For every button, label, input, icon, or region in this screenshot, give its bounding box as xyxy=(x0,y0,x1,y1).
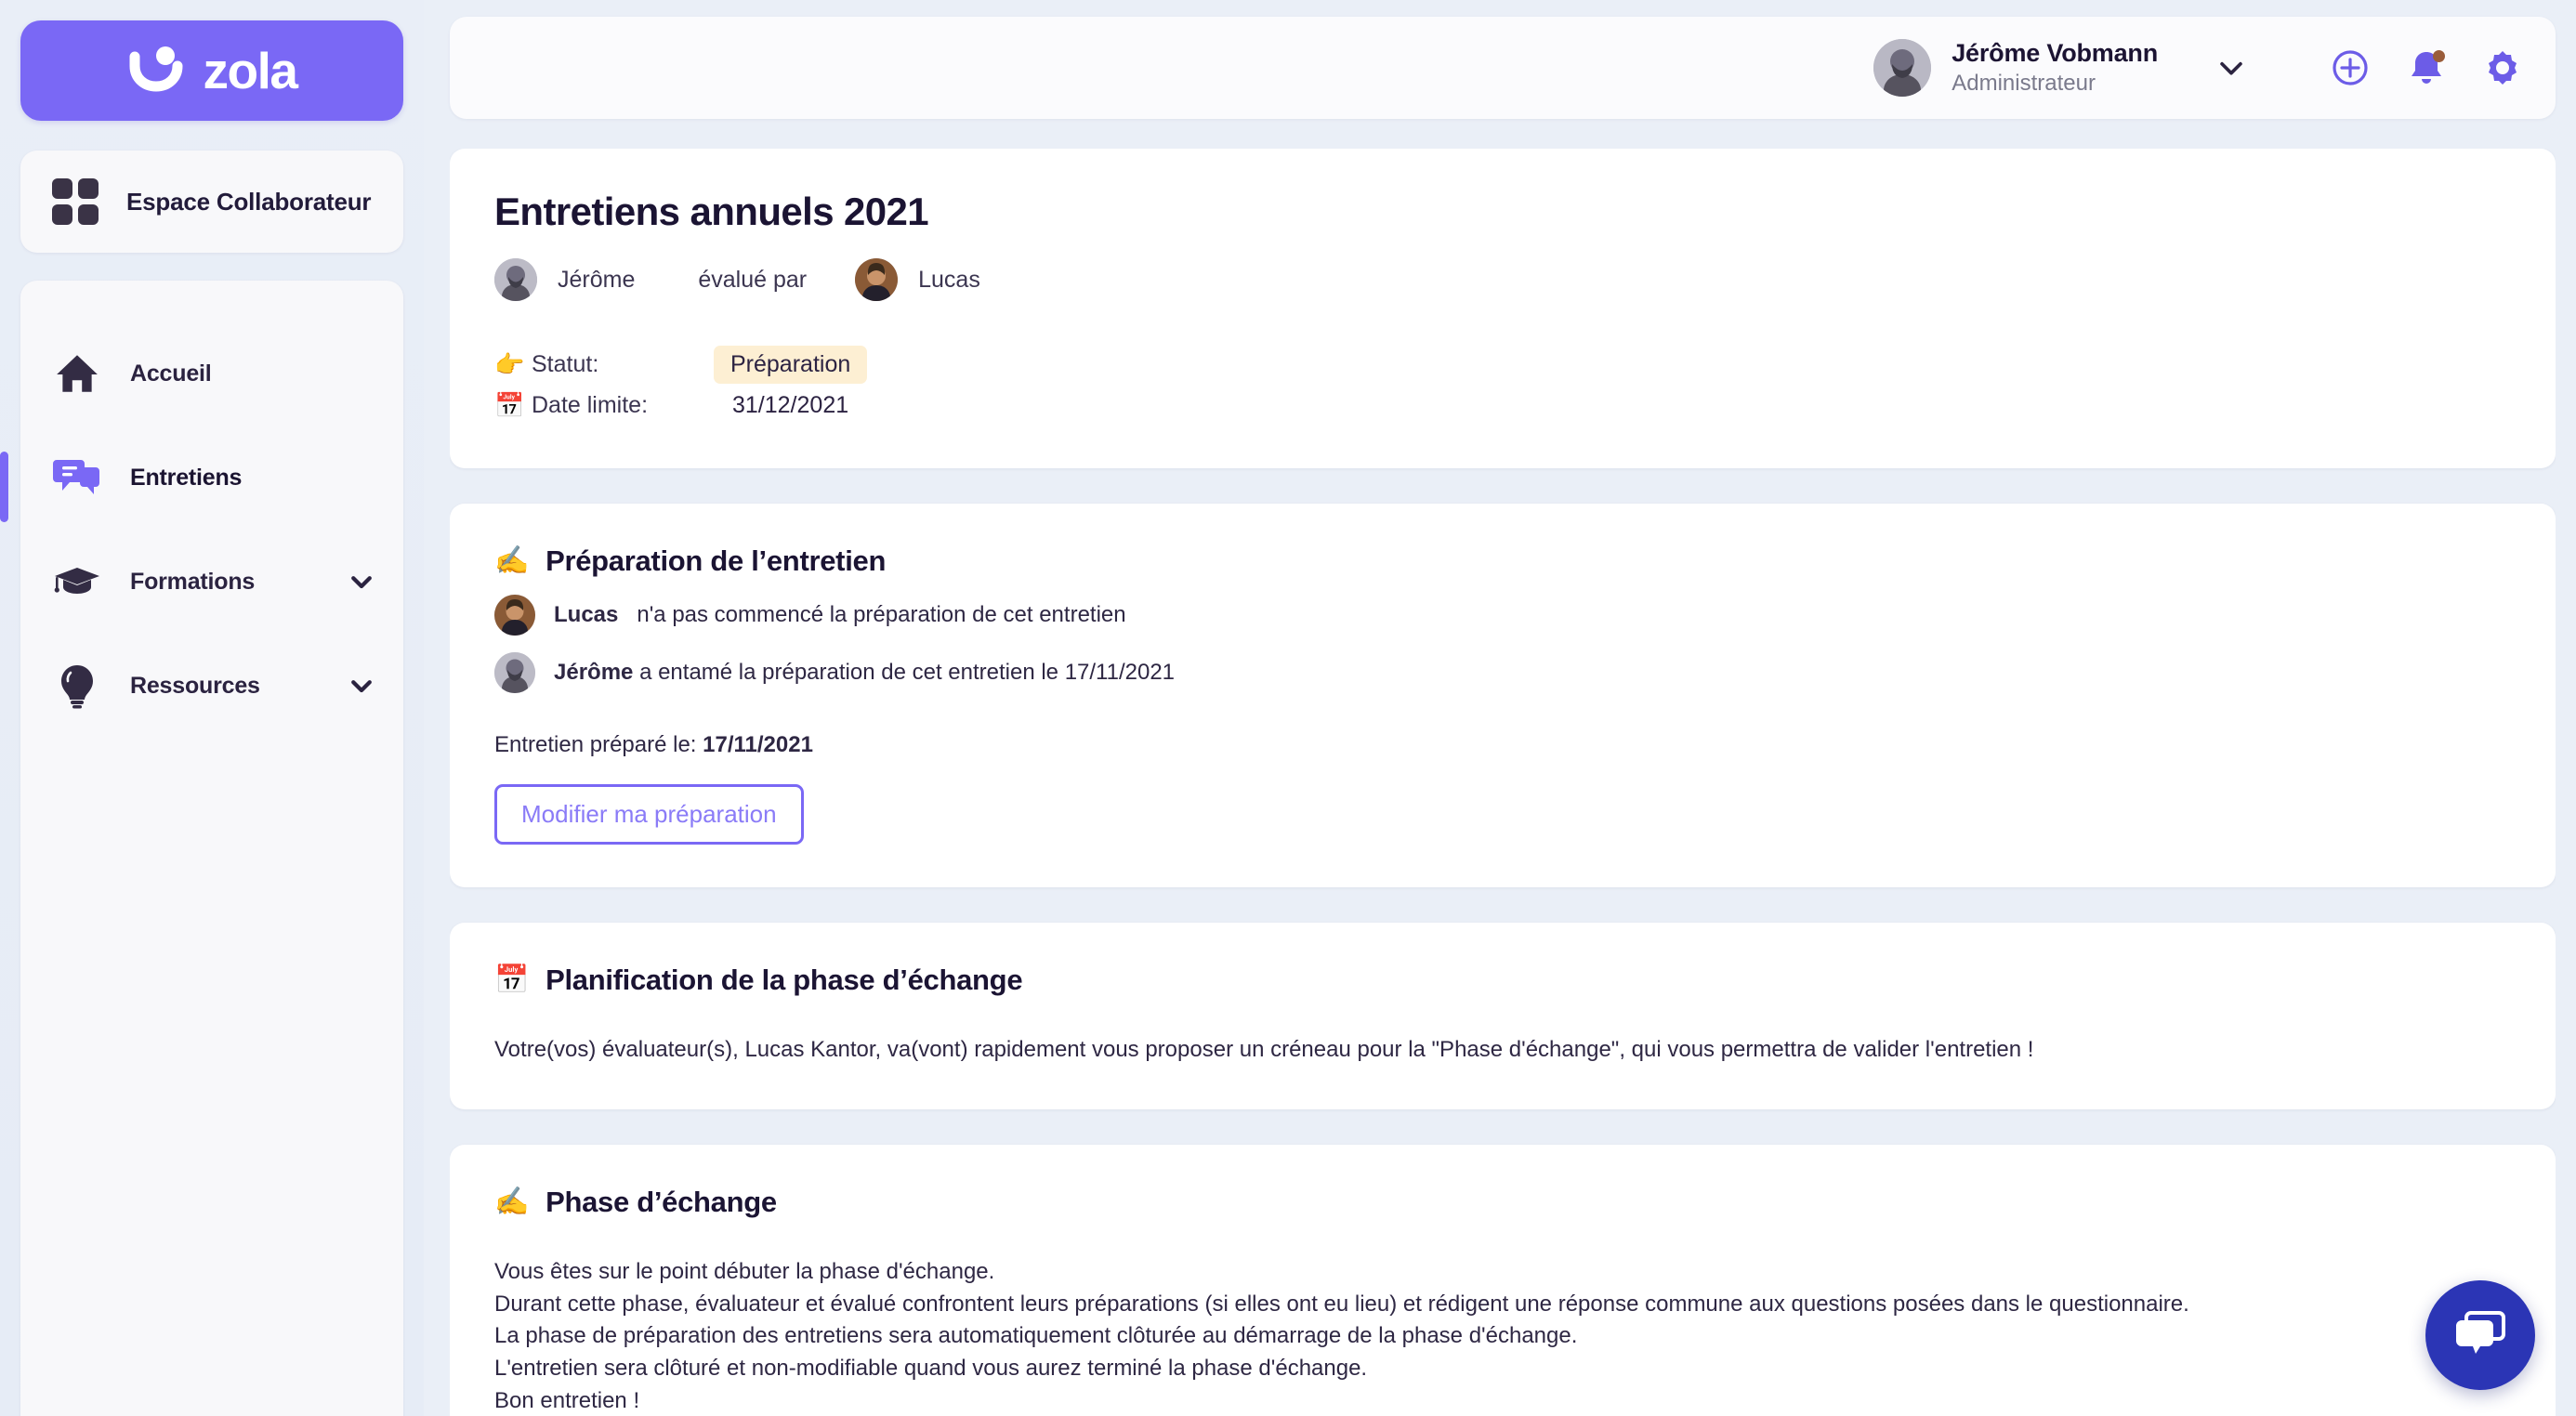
chevron-down-icon[interactable] xyxy=(2215,52,2247,84)
zola-smiley-logo-icon xyxy=(127,42,185,99)
user-menu[interactable]: Jérôme Vobmann Administrateur xyxy=(1873,38,2158,98)
avatar xyxy=(494,595,535,636)
user-name: Jérôme Vobmann xyxy=(1952,39,2158,68)
evaluee: Jérôme xyxy=(494,258,635,301)
brand-name: zola xyxy=(203,41,298,99)
planification-body: Votre(vos) évaluateur(s), Lucas Kantor, … xyxy=(494,1034,2511,1067)
evaluator: Lucas xyxy=(855,258,980,301)
chevron-down-icon[interactable] xyxy=(348,568,375,596)
deadline-row: 📅 Date limite: 31/12/2021 xyxy=(494,385,2511,426)
evaluator-name: Lucas xyxy=(918,266,980,293)
status-badge: Préparation xyxy=(714,345,868,384)
deadline-key: Date limite: xyxy=(532,391,649,418)
chat-bubbles-icon xyxy=(52,452,102,503)
home-icon xyxy=(52,348,102,399)
chevron-down-icon[interactable] xyxy=(348,672,375,700)
planification-card: 📅 Planification de la phase d’échange Vo… xyxy=(450,923,2556,1109)
avatar xyxy=(494,258,537,301)
top-bar: Jérôme Vobmann Administrateur xyxy=(450,17,2556,119)
deadline-value: 31/12/2021 xyxy=(732,391,849,418)
evaluator-name: Lucas xyxy=(554,602,619,627)
sidebar-item-accueil-label: Accueil xyxy=(130,360,212,387)
sidebar: zola Espace Collaborateur Accueil Entret… xyxy=(0,0,424,1416)
sidebar-item-ressources[interactable]: Ressources xyxy=(20,634,403,738)
gear-icon[interactable] xyxy=(2483,48,2522,87)
user-role: Administrateur xyxy=(1952,70,2096,96)
exchange-body: Vous êtes sur le point débuter la phase … xyxy=(494,1256,2511,1416)
exchange-card: ✍️ Phase d’échange Vous êtes sur le poin… xyxy=(450,1144,2556,1416)
evaluator-status-line: Lucas n'a pas commencé la préparation de… xyxy=(494,595,2511,636)
avatar xyxy=(855,258,899,301)
bell-icon[interactable] xyxy=(2407,48,2446,87)
meta-list: 👉 Statut: Préparation 📅 Date limite: 31/… xyxy=(494,344,2511,426)
exchange-title-text: Phase d’échange xyxy=(545,1185,777,1218)
active-indicator xyxy=(0,452,8,522)
exchange-line: Durant cette phase, évaluateur et évalué… xyxy=(494,1291,2189,1317)
sidebar-nav: Accueil Entretiens Formations Ressources xyxy=(0,281,403,1416)
graduation-cap-icon xyxy=(52,557,102,607)
planification-title-text: Planification de la phase d’échange xyxy=(545,964,1023,996)
preparation-card: ✍️ Préparation de l’entretien Lucas n'a … xyxy=(450,504,2556,887)
prepared-date: 17/11/2021 xyxy=(703,732,813,757)
status-row: 👉 Statut: Préparation xyxy=(494,344,2511,385)
prepared-label: Entretien préparé le: xyxy=(494,732,697,757)
sidebar-item-formations[interactable]: Formations xyxy=(20,530,403,634)
preparation-title: ✍️ Préparation de l’entretien xyxy=(494,544,2511,578)
exchange-line: Bon entretien ! xyxy=(494,1387,640,1413)
avatar xyxy=(1873,39,1932,97)
user-meta: Jérôme Vobmann Administrateur xyxy=(1952,38,2158,98)
evaluee-name: Jérôme xyxy=(558,266,636,293)
exchange-line: La phase de préparation des entretiens s… xyxy=(494,1323,1578,1349)
grid-icon xyxy=(52,178,99,225)
planification-title: 📅 Planification de la phase d’échange xyxy=(494,964,2511,997)
sidebar-item-entretiens[interactable]: Entretiens xyxy=(0,426,403,530)
preparation-title-text: Préparation de l’entretien xyxy=(545,544,887,577)
modifier-preparation-button[interactable]: Modifier ma préparation xyxy=(494,784,804,845)
participants-row: Jérôme évalué par Lucas xyxy=(494,258,2511,301)
evaluee-status-text: a entamé la préparation de cet entretien… xyxy=(639,660,1176,685)
lightbulb-icon xyxy=(52,661,102,711)
espace-collaborateur-label: Espace Collaborateur xyxy=(126,187,372,216)
pointing-hand-icon: 👉 xyxy=(494,350,525,378)
brand-logo[interactable]: zola xyxy=(20,20,403,121)
exchange-title: ✍️ Phase d’échange xyxy=(494,1186,2511,1219)
sidebar-item-espace-collaborateur[interactable]: Espace Collaborateur xyxy=(20,151,403,253)
planification-text: Votre(vos) évaluateur(s), Lucas Kantor, … xyxy=(494,1037,2034,1062)
plus-circle-icon[interactable] xyxy=(2331,48,2370,87)
sidebar-item-ressources-label: Ressources xyxy=(130,672,260,699)
topbar-actions xyxy=(2331,48,2522,87)
calendar-icon: 📅 xyxy=(494,964,530,995)
relation-label: évalué par xyxy=(698,266,808,293)
sidebar-item-formations-label: Formations xyxy=(130,568,256,595)
chat-bubbles-icon xyxy=(2451,1304,2510,1368)
sidebar-item-entretiens-label: Entretiens xyxy=(130,464,243,491)
evaluator-status-text: n'a pas commencé la préparation de cet e… xyxy=(637,602,1126,627)
evaluee-status-line: Jérôme a entamé la préparation de cet en… xyxy=(494,652,2511,693)
main-content: Entretiens annuels 2021 Jérôme évalué pa… xyxy=(450,149,2556,1416)
page-title: Entretiens annuels 2021 xyxy=(494,190,929,233)
exchange-line: Vous êtes sur le point débuter la phase … xyxy=(494,1258,995,1284)
prepared-line: Entretien préparé le: 17/11/2021 xyxy=(494,732,2511,758)
status-key: Statut: xyxy=(532,350,599,377)
writing-hand-icon: ✍️ xyxy=(494,545,530,576)
exchange-line: L'entretien sera clôturé et non-modifiab… xyxy=(494,1356,1368,1382)
chat-widget-button[interactable] xyxy=(2425,1280,2535,1390)
notification-dot xyxy=(2433,50,2445,62)
calendar-icon: 📅 xyxy=(494,391,525,419)
evaluee-name: Jérôme xyxy=(554,660,634,685)
overview-card: Entretiens annuels 2021 Jérôme évalué pa… xyxy=(450,149,2556,468)
writing-hand-icon: ✍️ xyxy=(494,1186,530,1217)
avatar xyxy=(494,652,535,693)
sidebar-item-accueil[interactable]: Accueil xyxy=(20,321,403,426)
